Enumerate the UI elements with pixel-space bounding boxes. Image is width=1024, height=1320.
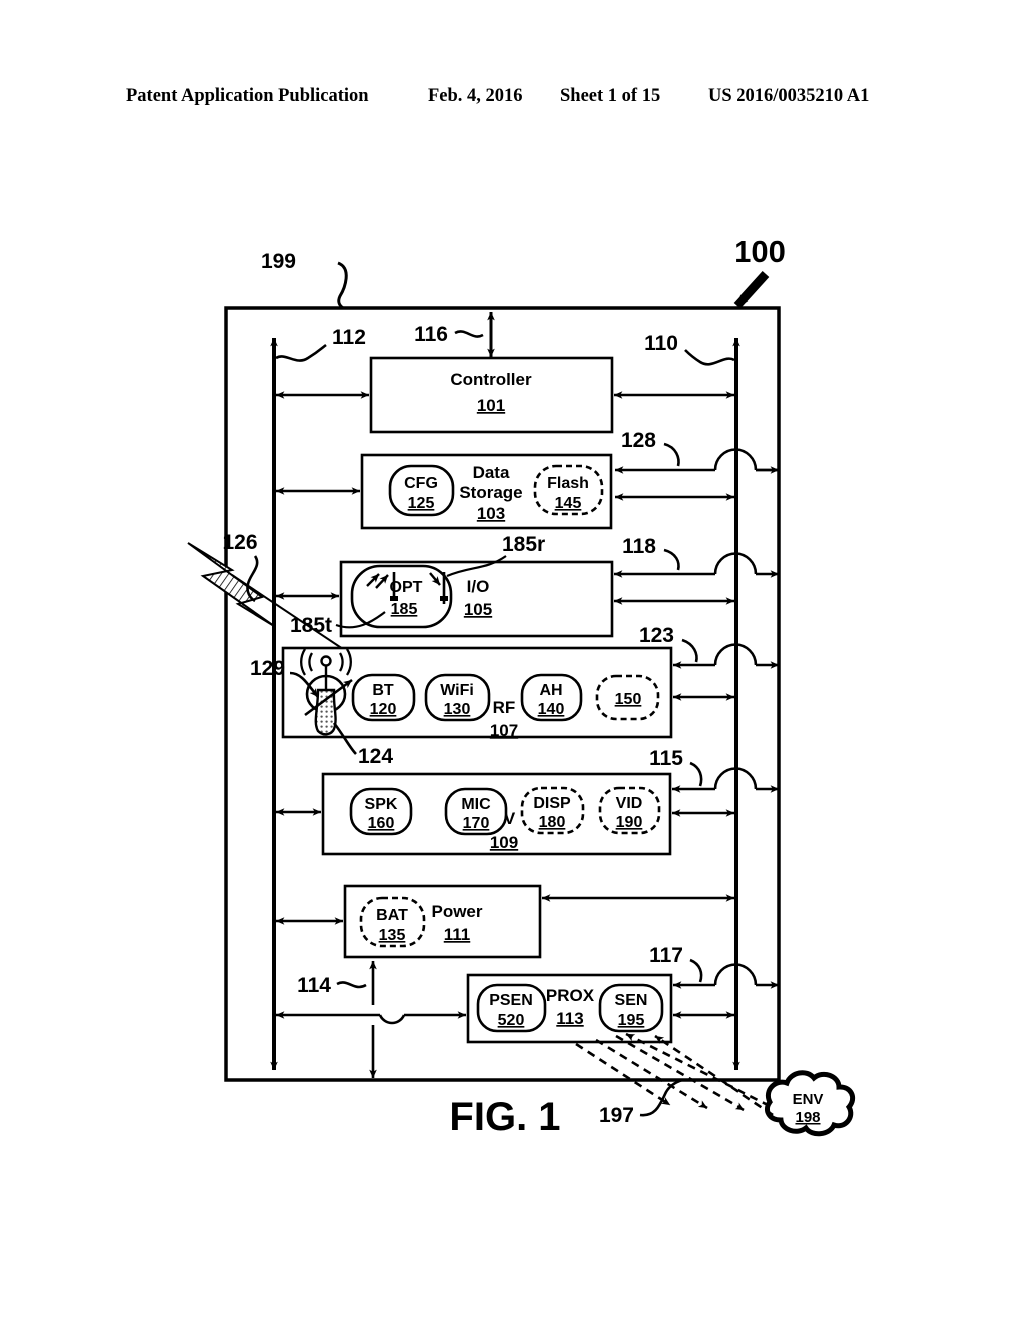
sub-block-psen-ref: 520 [498,1012,525,1029]
sub-block-ah-title: AH [539,682,562,699]
block-controller-ref: 101 [477,396,505,415]
callout-126-label: 126 [222,531,257,554]
sub-block-sen-title: SEN [615,992,648,1009]
sub-block-ah-ref: 140 [538,701,565,718]
connector-118: 118 [613,535,780,605]
callout-117-label: 117 [649,944,683,967]
callout-100-label: 100 [734,234,786,269]
callout-116-label: 116 [414,323,448,346]
sub-block-bat-title: BAT [376,907,408,924]
callout-112: 112 [275,326,366,362]
sub-block-cfg-title: CFG [404,475,438,492]
callout-110-label: 110 [644,332,678,355]
figure-caption: FIG. 1 [449,1095,560,1139]
connector-116: 116 [414,311,495,358]
sub-block-sen-ref: 195 [618,1012,645,1029]
sub-block-wifi-title: WiFi [440,682,474,699]
callout-100: 100 [733,234,786,310]
patent-figure-1: 199 100 112 110 116 Controller 101 Data … [187,234,856,1139]
block-prox-ref: 113 [556,1009,583,1028]
sub-block-spk-ref: 160 [368,815,395,832]
sub-block-wifi-ref: 130 [444,701,471,718]
sub-block-flash-ref: 145 [555,495,582,512]
sub-block-disp-ref: 180 [539,814,566,831]
sub-block-bt[interactable]: BT 120 [351,673,416,722]
callout-114-label: 114 [297,974,331,997]
connector-128: 128 [615,429,780,501]
environment-cloud[interactable]: ENV 198 [765,1070,856,1137]
environment-title: ENV [793,1091,824,1108]
block-av-ref: 109 [490,833,518,852]
sub-block-flash-title: Flash [547,475,589,492]
block-power-title: Power [431,902,482,921]
sub-block-opt-ref: 185 [391,601,418,618]
callout-129-label: 129 [250,657,285,680]
environment-ref: 198 [795,1109,820,1126]
sub-block-mic[interactable]: MIC 170 [444,787,508,836]
block-io[interactable]: I/O 105 OPT 185 [339,560,614,638]
sub-block-psen[interactable]: PSEN 520 [476,983,547,1033]
callout-185t-label: 185t [290,614,332,637]
connector-114: 114 [275,960,467,1079]
block-io-ref: 105 [464,600,492,619]
sub-block-bat-ref: 135 [379,927,406,944]
sub-block-cfg-ref: 125 [408,495,435,512]
sensing-links-197 [575,1032,774,1117]
sub-block-spk[interactable]: SPK 160 [349,787,413,836]
sub-block-mic-title: MIC [461,796,491,813]
sub-block-mic-ref: 170 [463,815,490,832]
sub-block-cfg[interactable]: CFG 125 [388,464,455,517]
callout-128-label: 128 [621,429,656,452]
block-data-storage-title-1: Data [473,463,510,482]
sub-block-vid[interactable]: VID 190 [598,786,661,835]
callout-115-label: 115 [649,747,683,770]
sub-block-psen-title: PSEN [489,992,533,1009]
callout-112-label: 112 [332,326,366,349]
sub-block-sen[interactable]: SEN 195 [598,983,664,1033]
block-io-title: I/O [467,577,490,596]
block-rf-ref: 107 [490,721,518,740]
block-prox[interactable]: PROX 113 PSEN 520 SEN 195 [466,973,673,1044]
block-prox-title: PROX [546,986,595,1005]
callout-199-label: 199 [261,250,296,273]
callout-118-label: 118 [622,535,656,558]
callout-124-label: 124 [358,745,393,768]
callout-199: 199 [261,250,348,310]
sub-block-flash[interactable]: Flash 145 [533,464,604,516]
block-power-ref: 111 [444,925,471,944]
sub-block-ah[interactable]: AH 140 [520,673,583,722]
block-av[interactable]: AV 109 SPK 160 MIC 170 DISP 180 VID 190 [321,772,672,856]
sub-block-bat[interactable]: BAT 135 [359,896,426,948]
callout-110: 110 [644,332,735,366]
sub-block-wifi[interactable]: WiFi 130 [424,673,491,722]
block-rf[interactable]: RF 107 BT 120 WiFi 130 AH 140 150 [281,646,673,740]
sub-block-bt-title: BT [372,682,394,699]
callout-197-label: 197 [599,1104,634,1127]
callout-123-label: 123 [639,624,674,647]
sub-block-rf150-ref: 150 [615,691,642,708]
sub-block-rf150[interactable]: 150 [595,674,660,721]
sub-block-bt-ref: 120 [370,701,397,718]
sub-block-disp-title: DISP [533,795,571,812]
sub-block-vid-ref: 190 [616,814,643,831]
sub-block-spk-title: SPK [365,796,398,813]
block-controller[interactable]: Controller 101 [369,356,614,434]
block-data-storage-ref: 103 [477,504,505,523]
sub-block-opt[interactable]: OPT 185 [350,564,453,629]
block-controller-title: Controller [450,370,532,389]
block-rf-title: RF [493,698,516,717]
block-data-storage-title-2: Storage [459,483,522,502]
block-power[interactable]: Power 111 BAT 135 [343,884,542,959]
sub-block-vid-title: VID [616,795,643,812]
sub-block-disp[interactable]: DISP 180 [520,786,585,835]
block-data-storage[interactable]: Data Storage 103 CFG 125 Flash 145 [360,453,613,530]
callout-185r-label: 185r [502,533,545,556]
